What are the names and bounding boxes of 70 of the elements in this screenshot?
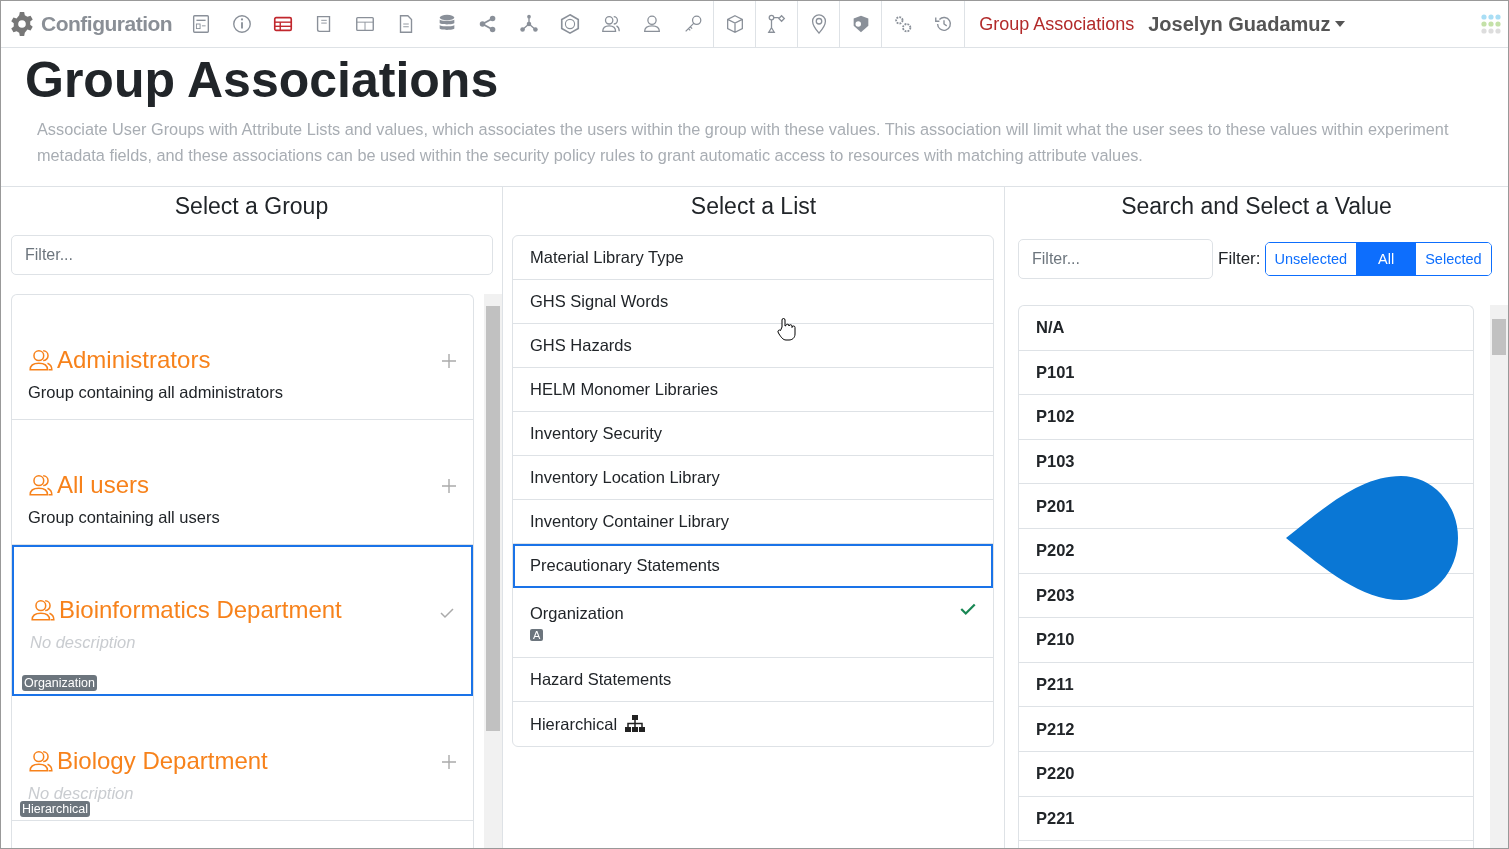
group-name: Biology Department: [57, 746, 268, 776]
group-description: Group containing all users: [28, 507, 221, 528]
list-item[interactable]: Hazard Statements: [513, 658, 993, 702]
list-item[interactable]: Organization A: [513, 588, 993, 658]
list-item[interactable]: Precautionary Statements: [513, 544, 993, 588]
caret-icon: [1334, 21, 1345, 27]
value-item[interactable]: P102: [1019, 395, 1473, 440]
list-name: Hazard Statements: [530, 670, 672, 689]
group-name: Bioinformatics Department: [59, 595, 342, 625]
list-name: Precautionary Statements: [530, 556, 720, 575]
users-icon[interactable]: [599, 13, 622, 35]
gear-icon: [9, 11, 35, 37]
group-name: All users: [57, 470, 150, 500]
list-name: GHS Hazards: [530, 336, 632, 355]
group-type-badge: Organization: [22, 675, 97, 691]
page-title: Group Associations: [24, 51, 500, 110]
user-menu[interactable]: Joselyn Guadamuz: [1148, 12, 1357, 36]
filter-field[interactable]: Filter...: [1018, 239, 1213, 279]
users-icon: [28, 472, 54, 498]
column-heading: Select a List: [689, 192, 818, 221]
value-item[interactable]: P212: [1019, 707, 1473, 752]
column-heading: Select a Group: [173, 192, 330, 221]
list-item[interactable]: HELM Monomer Libraries: [513, 368, 993, 412]
scrollbar[interactable]: [484, 294, 502, 848]
list-item[interactable]: Hierarchical: [513, 702, 993, 746]
group-item[interactable]: Administrators Group containing all administrators: [12, 295, 473, 420]
info-icon[interactable]: [230, 13, 253, 35]
scrollbar[interactable]: [1490, 305, 1508, 848]
filter-toggle[interactable]: All: [1356, 243, 1417, 275]
list-item[interactable]: GHS Signal Words: [513, 280, 993, 324]
filter-label: Filter:: [1218, 249, 1261, 269]
plus-icon[interactable]: [441, 353, 457, 369]
list-name: HELM Monomer Libraries: [530, 380, 718, 399]
group-type-badge: Hierarchical: [20, 801, 90, 817]
list-item[interactable]: Material Library Type: [513, 236, 993, 280]
value-item[interactable]: P220: [1019, 751, 1473, 797]
app-title: Configuration: [41, 12, 173, 36]
value-item[interactable]: P210: [1019, 618, 1473, 663]
page-link[interactable]: Group Associations: [964, 1, 1149, 47]
column-heading: Search and Select a Value: [1120, 192, 1393, 221]
group-name: Administrators: [57, 345, 211, 375]
branch-icon[interactable]: [765, 13, 788, 35]
list-item[interactable]: Inventory Security: [513, 412, 993, 456]
list-item[interactable]: Inventory Container Library: [513, 500, 993, 544]
list-item[interactable]: Inventory Location Library: [513, 456, 993, 500]
list-name: Inventory Container Library: [530, 512, 729, 531]
list-name: Inventory Location Library: [530, 468, 720, 487]
group-description: Group containing all administrators: [28, 382, 284, 403]
hexagon-icon[interactable]: [558, 13, 581, 35]
hand-cursor-icon: [776, 317, 796, 341]
filter-field[interactable]: Filter...: [11, 235, 493, 275]
users-icon: [28, 748, 54, 774]
plus-icon[interactable]: [441, 478, 457, 494]
plus-icon[interactable]: [441, 754, 457, 770]
list-badge: A: [530, 629, 544, 641]
network-icon[interactable]: [517, 13, 540, 35]
value-item[interactable]: P221: [1019, 796, 1473, 842]
users-icon: [28, 347, 54, 373]
list-name: GHS Signal Words: [530, 292, 669, 311]
value-item[interactable]: P101: [1019, 350, 1473, 396]
value-item[interactable]: N/A: [1019, 306, 1473, 351]
check-icon[interactable]: [439, 605, 455, 621]
group-item[interactable]: All users Group containing all users: [12, 420, 473, 545]
value-item[interactable]: P211: [1019, 662, 1473, 708]
list-name: Hierarchical: [530, 714, 618, 734]
users-icon: [30, 597, 56, 623]
page-description: Associate User Groups with Attribute Lists and values, which associates the users within the group with these values. This association will limit what the user sees to these values within experiment metadata fields, and these associations can be used within the security policy rules to grant automatic access to resources with matching attribute values.: [1, 110, 1508, 187]
list-name: Inventory Security: [530, 424, 663, 443]
list-name: Material Library Type: [530, 248, 684, 267]
list-name: Organization: [530, 604, 624, 623]
